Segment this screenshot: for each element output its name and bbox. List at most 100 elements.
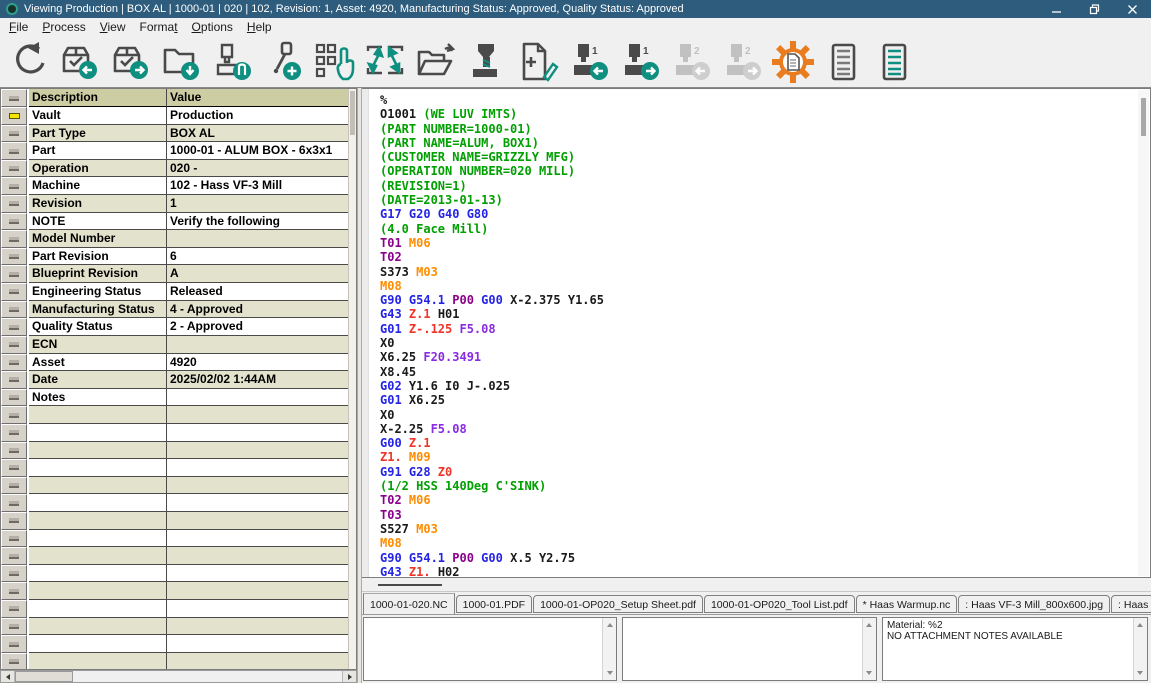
property-row[interactable]: VaultProduction bbox=[1, 107, 353, 125]
note-panel[interactable] bbox=[622, 617, 876, 681]
menu-help[interactable]: Help bbox=[240, 19, 279, 36]
row-selector-button[interactable] bbox=[1, 618, 27, 636]
properties-horizontal-scrollbar[interactable] bbox=[0, 670, 357, 683]
row-selector-button[interactable] bbox=[1, 265, 27, 283]
property-row[interactable]: Manufacturing Status4 - Approved bbox=[1, 301, 353, 319]
file-tab[interactable]: 1000-01-OP020_Setup Sheet.pdf bbox=[533, 595, 703, 613]
scroll-up-arrow-icon[interactable] bbox=[1134, 619, 1147, 631]
vault-check-out-icon[interactable] bbox=[53, 38, 104, 86]
property-row[interactable] bbox=[1, 442, 353, 460]
row-selector-button[interactable] bbox=[1, 459, 27, 477]
row-selector-header[interactable] bbox=[1, 89, 27, 107]
note-vertical-scrollbar[interactable] bbox=[1133, 618, 1147, 680]
gcode-editor[interactable]: %O1001 (WE LUV IMTS)(PART NUMBER=1000-01… bbox=[362, 88, 1151, 578]
menu-view[interactable]: View bbox=[93, 19, 133, 36]
property-row[interactable]: NOTEVerify the following bbox=[1, 213, 353, 231]
dnc-list-gray-icon[interactable] bbox=[818, 38, 869, 86]
note-panel[interactable]: Material: %2NO ATTACHMENT NOTES AVAILABL… bbox=[882, 617, 1148, 681]
row-selector-button[interactable] bbox=[1, 406, 27, 424]
scroll-down-arrow-icon[interactable] bbox=[603, 667, 616, 679]
file-tab[interactable]: 1000-01.PDF bbox=[456, 595, 532, 613]
row-selector-button[interactable] bbox=[1, 301, 27, 319]
file-tab[interactable]: * Haas Warmup.nc bbox=[856, 595, 958, 613]
machine2-send-icon[interactable]: 2 bbox=[716, 38, 767, 86]
property-row[interactable]: Model Number bbox=[1, 230, 353, 248]
row-selector-button[interactable] bbox=[1, 283, 27, 301]
scroll-left-arrow-icon[interactable] bbox=[1, 671, 15, 682]
machine2-receive-icon[interactable]: 2 bbox=[665, 38, 716, 86]
app-icon[interactable] bbox=[6, 3, 18, 15]
probe-add-icon[interactable] bbox=[257, 38, 308, 86]
property-row[interactable]: Asset4920 bbox=[1, 354, 353, 372]
scroll-down-arrow-icon[interactable] bbox=[863, 667, 876, 679]
property-row[interactable] bbox=[1, 459, 353, 477]
row-selector-button[interactable] bbox=[1, 160, 27, 178]
document-add-edit-icon[interactable] bbox=[512, 38, 563, 86]
minimize-button[interactable] bbox=[1037, 0, 1075, 18]
row-selector-button[interactable] bbox=[1, 354, 27, 372]
file-tab[interactable]: 1000-01-020.NC bbox=[363, 593, 455, 614]
property-row[interactable]: Part1000-01 - ALUM BOX - 6x3x1 bbox=[1, 142, 353, 160]
expand-windows-icon[interactable] bbox=[359, 38, 410, 86]
property-row[interactable] bbox=[1, 618, 353, 636]
folder-export-icon[interactable] bbox=[410, 38, 461, 86]
property-row[interactable] bbox=[1, 565, 353, 583]
row-selector-button[interactable] bbox=[1, 653, 27, 670]
property-row[interactable]: ECN bbox=[1, 336, 353, 354]
file-tab[interactable]: 1000-01-OP020_Tool List.pdf bbox=[704, 595, 855, 613]
row-selector-button[interactable] bbox=[1, 477, 27, 495]
property-row[interactable]: Part TypeBOX AL bbox=[1, 125, 353, 143]
property-row[interactable] bbox=[1, 424, 353, 442]
pick-list-hand-icon[interactable] bbox=[308, 38, 359, 86]
note-vertical-scrollbar[interactable] bbox=[862, 618, 876, 680]
editor-horizontal-scrollbar[interactable] bbox=[362, 578, 1151, 592]
row-selector-button[interactable] bbox=[1, 565, 27, 583]
property-row[interactable] bbox=[1, 653, 353, 670]
property-row[interactable]: Date2025/02/02 1:44AM bbox=[1, 371, 353, 389]
row-selector-button[interactable] bbox=[1, 195, 27, 213]
machine1-send-icon[interactable]: 1 bbox=[614, 38, 665, 86]
property-row[interactable] bbox=[1, 635, 353, 653]
property-row[interactable]: Part Revision6 bbox=[1, 248, 353, 266]
row-selector-button[interactable] bbox=[1, 442, 27, 460]
scroll-right-arrow-icon[interactable] bbox=[342, 671, 356, 682]
scroll-up-arrow-icon[interactable] bbox=[863, 619, 876, 631]
row-selector-button[interactable] bbox=[1, 600, 27, 618]
scrollbar-thumb[interactable] bbox=[378, 584, 442, 586]
row-selector-button[interactable] bbox=[1, 494, 27, 512]
property-row[interactable]: Machine102 - Hass VF-3 Mill bbox=[1, 177, 353, 195]
property-row[interactable]: Blueprint RevisionA bbox=[1, 265, 353, 283]
scrollbar-track[interactable] bbox=[15, 671, 342, 682]
note-panel[interactable] bbox=[363, 617, 617, 681]
property-row[interactable] bbox=[1, 530, 353, 548]
row-selector-button[interactable] bbox=[1, 213, 27, 231]
row-selector-button[interactable] bbox=[1, 547, 27, 565]
menu-file[interactable]: File bbox=[2, 19, 35, 36]
property-row[interactable]: Engineering StatusReleased bbox=[1, 283, 353, 301]
row-selector-button[interactable] bbox=[1, 318, 27, 336]
note-vertical-scrollbar[interactable] bbox=[602, 618, 616, 680]
row-selector-button[interactable] bbox=[1, 125, 27, 143]
row-selector-button[interactable] bbox=[1, 107, 27, 125]
spindle-tool-icon[interactable] bbox=[461, 38, 512, 86]
row-selector-button[interactable] bbox=[1, 582, 27, 600]
property-row[interactable] bbox=[1, 477, 353, 495]
property-row[interactable]: Revision1 bbox=[1, 195, 353, 213]
properties-vertical-scrollbar[interactable] bbox=[348, 89, 356, 669]
property-row[interactable] bbox=[1, 494, 353, 512]
property-row[interactable]: Quality Status2 - Approved bbox=[1, 318, 353, 336]
file-tab[interactable]: : Haas VF-3 Spec Sheet.pdf bbox=[1111, 595, 1151, 613]
property-row[interactable]: Notes bbox=[1, 389, 353, 407]
close-button[interactable] bbox=[1113, 0, 1151, 18]
scroll-down-arrow-icon[interactable] bbox=[1134, 667, 1147, 679]
row-selector-button[interactable] bbox=[1, 248, 27, 266]
dnc-list-teal-icon[interactable] bbox=[869, 38, 920, 86]
row-selector-button[interactable] bbox=[1, 177, 27, 195]
column-header-value[interactable]: Value bbox=[167, 89, 353, 107]
row-selector-button[interactable] bbox=[1, 142, 27, 160]
menu-options[interactable]: Options bbox=[185, 19, 240, 36]
scrollbar-thumb[interactable] bbox=[15, 671, 73, 682]
row-selector-button[interactable] bbox=[1, 512, 27, 530]
scroll-up-arrow-icon[interactable] bbox=[603, 619, 616, 631]
machine1-receive-icon[interactable]: 1 bbox=[563, 38, 614, 86]
